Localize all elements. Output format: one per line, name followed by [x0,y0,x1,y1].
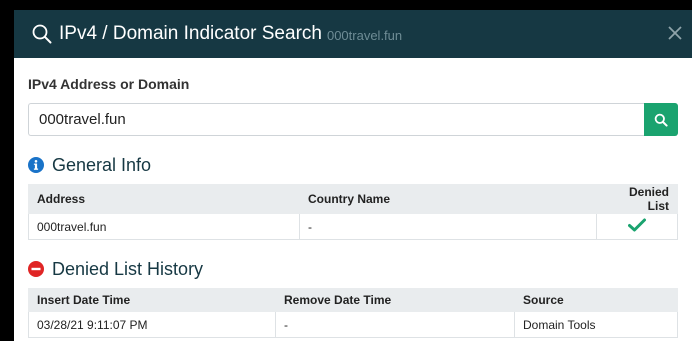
general-info-title: General Info [52,154,152,175]
search-button[interactable] [644,103,678,136]
modal-header: IPv4 / Domain Indicator Search 000travel… [14,10,692,58]
cell-address: 000travel.fun [28,213,300,240]
table-header-row: Address Country Name Denied List [28,184,678,214]
general-info-table: Address Country Name Denied List 000trav… [28,184,678,240]
column-header-source: Source [514,288,678,312]
modal-title: IPv4 / Domain Indicator Search [59,23,322,44]
indicator-search-modal: IPv4 / Domain Indicator Search 000travel… [14,10,692,341]
cell-insert-date: 03/28/21 9:11:07 PM [28,311,276,338]
column-header-insert-date: Insert Date Time [28,288,276,312]
denied-history-title: Denied List History [52,258,204,279]
modal-subtitle: 000travel.fun [326,27,403,43]
check-icon [628,218,646,232]
search-field-label: IPv4 Address or Domain [28,76,190,92]
minus-circle-icon [28,261,44,277]
modal-body: IPv4 Address or Domain General [14,76,692,338]
column-header-remove-date: Remove Date Time [275,288,515,312]
column-header-address: Address [28,184,300,214]
search-icon [654,113,668,127]
info-icon [28,157,44,173]
general-info-heading: General Info [28,154,678,176]
denied-history-heading: Denied List History [28,258,678,280]
search-icon [31,23,53,45]
column-header-denied-list: Denied List [596,184,678,214]
close-icon [668,26,682,40]
cell-denied-list [596,213,678,240]
cell-source: Domain Tools [514,311,678,338]
close-button[interactable] [664,22,686,44]
table-row: 03/28/21 9:11:07 PM - Domain Tools [28,311,678,338]
search-row [28,103,678,136]
cell-country: - [299,213,597,240]
denied-history-table: Insert Date Time Remove Date Time Source… [28,288,678,338]
search-input[interactable] [28,103,644,136]
table-header-row: Insert Date Time Remove Date Time Source [28,288,678,312]
table-row: 000travel.fun - [28,213,678,240]
column-header-country: Country Name [299,184,597,214]
cell-remove-date: - [275,311,515,338]
